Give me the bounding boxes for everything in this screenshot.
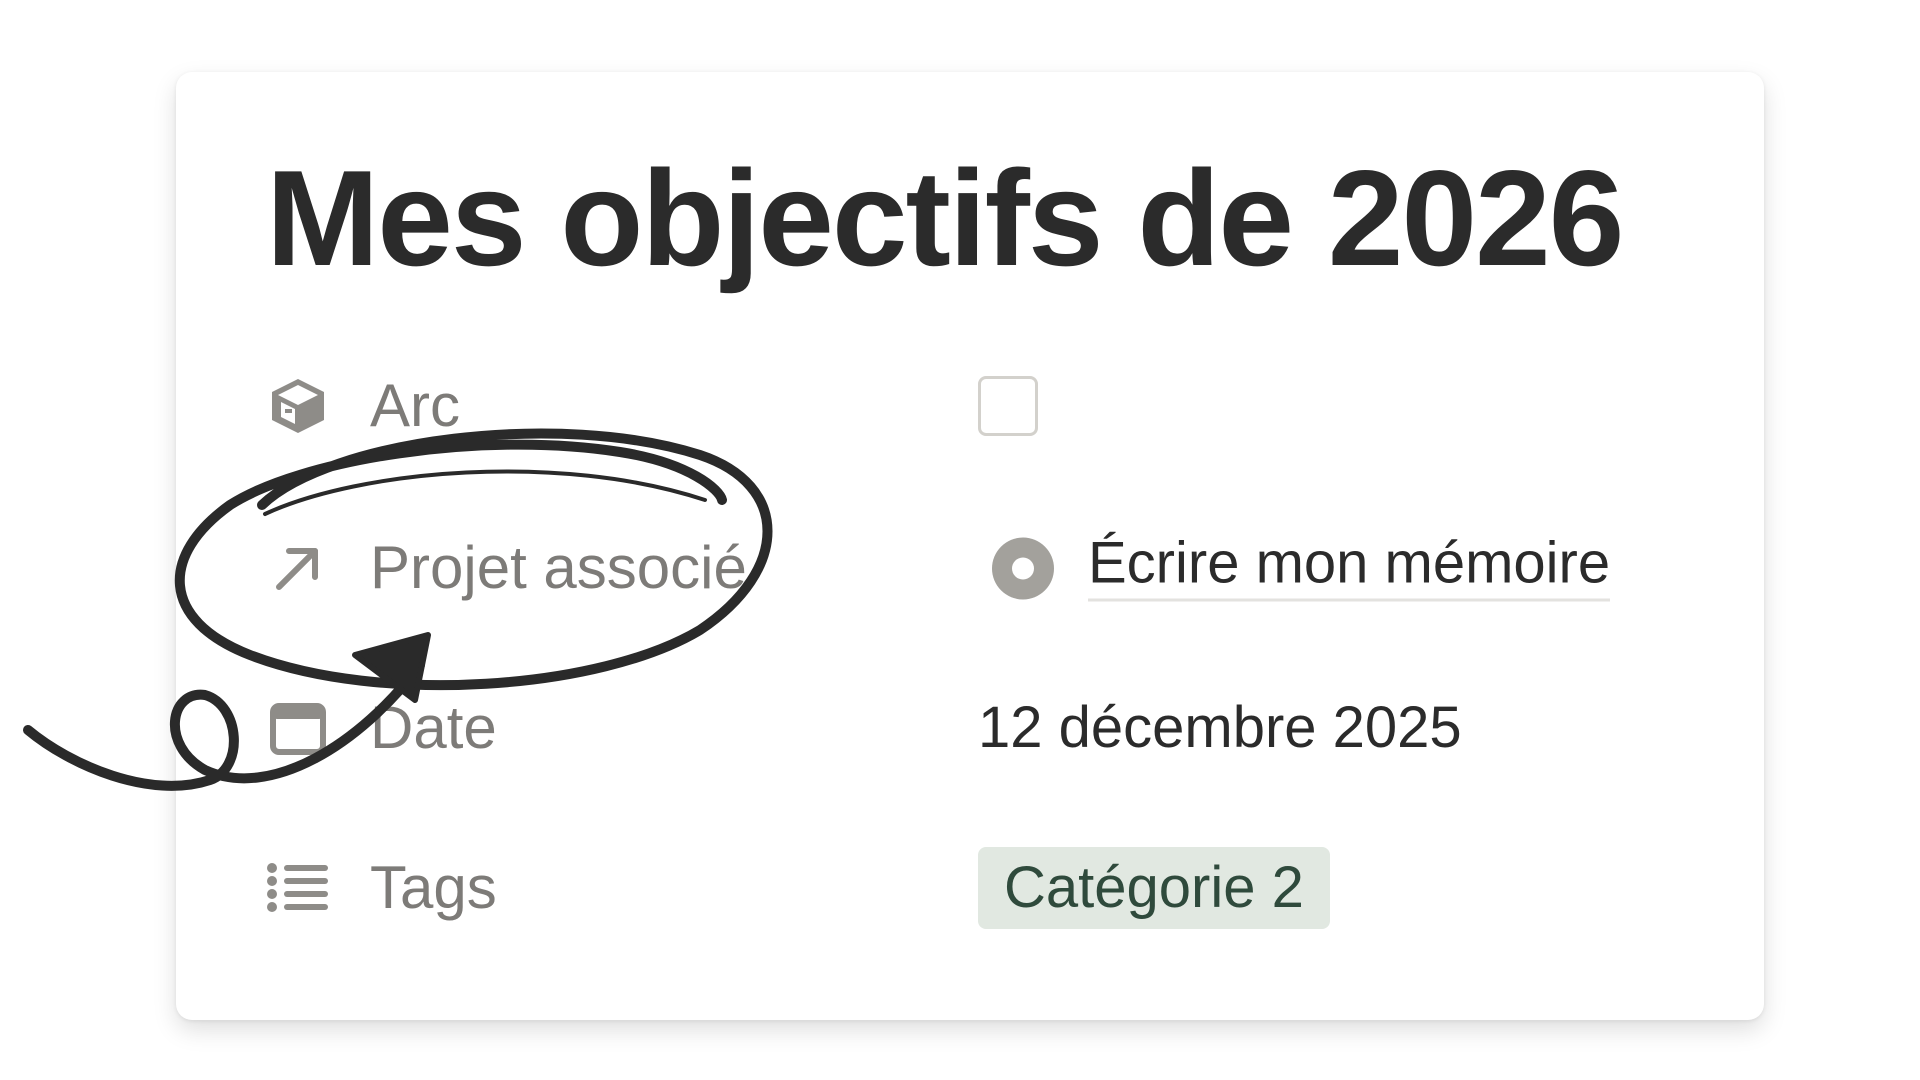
property-value-date[interactable]: 12 décembre 2025 bbox=[978, 699, 1462, 757]
tag-chip[interactable]: Catégorie 2 bbox=[978, 847, 1330, 929]
related-page-link[interactable]: Écrire mon mémoire bbox=[1088, 534, 1611, 602]
property-name-projet-associe[interactable]: Projet associé bbox=[370, 538, 747, 598]
property-row-projet-associe: Projet associé Écrire mon mémoire bbox=[266, 526, 1706, 610]
in-progress-status-icon bbox=[992, 537, 1054, 599]
property-row-archive: Arc bbox=[266, 364, 1706, 448]
page-title[interactable]: Mes objectifs de 2026 bbox=[266, 150, 1624, 286]
archive-box-icon bbox=[266, 374, 330, 438]
screenshot-stage: Mes objectifs de 2026 Arc Projet associé bbox=[0, 0, 1920, 1080]
property-value-tags[interactable]: Catégorie 2 bbox=[978, 847, 1330, 929]
date-value[interactable]: 12 décembre 2025 bbox=[978, 699, 1462, 757]
archive-checkbox[interactable] bbox=[978, 376, 1038, 436]
arrow-up-right-icon bbox=[266, 536, 330, 600]
property-name-archive[interactable]: Arc bbox=[370, 376, 460, 436]
bulleted-list-icon bbox=[266, 856, 330, 920]
property-row-tags: Tags Catégorie 2 bbox=[266, 846, 1706, 930]
calendar-icon bbox=[266, 696, 330, 760]
property-name-tags[interactable]: Tags bbox=[370, 858, 497, 918]
property-value-archive bbox=[978, 376, 1038, 436]
property-name-date[interactable]: Date bbox=[370, 698, 497, 758]
property-row-date: Date 12 décembre 2025 bbox=[266, 686, 1706, 770]
property-value-projet-associe: Écrire mon mémoire bbox=[978, 534, 1611, 602]
